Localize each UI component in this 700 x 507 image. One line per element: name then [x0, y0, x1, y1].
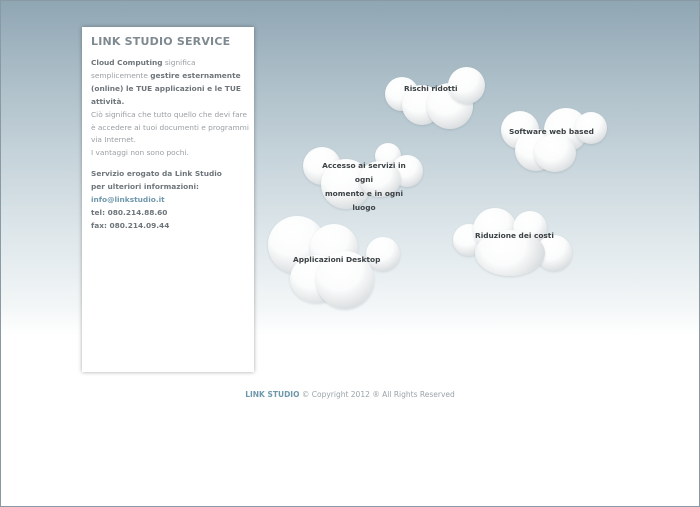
cloud-label-line-2: momento e in ogni luogo [324, 189, 404, 212]
telephone: tel: 080.214.88.60 [91, 207, 168, 217]
cloud-label: Accesso ai servizi in ogni momento e in … [316, 159, 412, 215]
panel-body: Cloud Computing significa semplicemente … [91, 57, 249, 233]
cloud-label-line-1: Accesso ai servizi in ogni [322, 161, 406, 184]
cloud-label: Software web based [509, 127, 594, 136]
cloud-label: Rischi ridotti [404, 84, 458, 93]
cloud-accesso-servizi[interactable]: Accesso ai servizi in ogni momento e in … [301, 143, 431, 212]
footer: LINK STUDIO © Copyright 2012 ® All Right… [1, 390, 699, 399]
service-line-2: per ulteriori informazioni: [91, 182, 199, 192]
cloud-label: Applicazioni Desktop [293, 255, 381, 264]
cloud-software-web-based[interactable]: Software web based [499, 108, 609, 174]
cloud-riduzione-costi[interactable]: Riduzione dei costi [453, 206, 573, 276]
panel-title: LINK STUDIO SERVICE [91, 35, 231, 48]
info-panel: LINK STUDIO SERVICE Cloud Computing sign… [82, 27, 254, 372]
footer-brand[interactable]: LINK STUDIO [245, 390, 299, 399]
cloud-applicazioni-desktop[interactable]: Applicazioni Desktop [268, 213, 402, 309]
intro-bold: Cloud Computing [91, 58, 163, 67]
cloud-label: Riduzione dei costi [475, 231, 554, 240]
page-frame: LINK STUDIO SERVICE Cloud Computing sign… [0, 0, 700, 507]
footer-copyright: © Copyright 2012 ® All Rights Reserved [301, 390, 455, 399]
cloud-rischi-ridotti[interactable]: Rischi ridotti [385, 67, 487, 129]
service-line-1: Servizio erogato da Link Studio [91, 169, 222, 179]
email-link[interactable]: info@linkstudio.it [91, 194, 249, 207]
intro-paragraph: Cloud Computing significa semplicemente … [91, 57, 249, 109]
intro-paragraph-2: Ciò significa che tutto quello che devi … [91, 109, 249, 145]
fax: fax: 080.214.09.44 [91, 220, 170, 230]
intro-paragraph-3: I vantaggi non sono pochi. [91, 148, 189, 158]
